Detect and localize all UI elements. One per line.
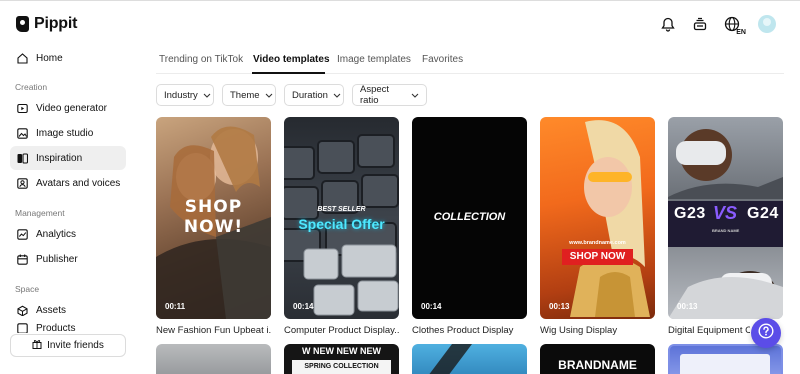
- duration-badge: 00:13: [677, 302, 698, 311]
- sidebar-item-label: Video generator: [36, 102, 107, 114]
- inbox-icon[interactable]: [690, 14, 710, 34]
- chevron-down-icon: [411, 90, 419, 101]
- active-tab-indicator: [252, 72, 325, 74]
- sidebar-item-label: Publisher: [36, 253, 78, 265]
- template-card[interactable]: [156, 344, 271, 374]
- calendar-icon: [17, 254, 28, 265]
- avatar-voice-icon: [17, 177, 28, 189]
- tab-favorites[interactable]: Favorites: [422, 54, 463, 65]
- sidebar-item-products[interactable]: Products: [10, 323, 126, 333]
- template-card[interactable]: [412, 344, 527, 374]
- tab-trending-on-tiktok[interactable]: Trending on TikTok: [159, 54, 243, 65]
- filter-label: Industry: [164, 89, 198, 101]
- user-avatar[interactable]: [758, 15, 776, 33]
- sidebar-item-home[interactable]: Home: [10, 46, 126, 70]
- template-card[interactable]: COLLECTION 00:14: [412, 117, 527, 319]
- sidebar-item-label: Image studio: [36, 127, 94, 139]
- tab-video-templates[interactable]: Video templates: [253, 54, 330, 65]
- duration-badge: 00:11: [165, 302, 186, 311]
- template-card[interactable]: BRANDNAME: [540, 344, 655, 374]
- template-title[interactable]: Computer Product Display...: [284, 325, 399, 336]
- card-overlay-vs: VS: [713, 203, 738, 223]
- sidebar-item-video-generator[interactable]: Video generator: [10, 96, 126, 120]
- top-bar: Pippit EN: [0, 0, 800, 46]
- card-overlay-text: SHOP NOW!: [183, 197, 244, 237]
- sidebar-item-label: Inspiration: [36, 152, 83, 164]
- template-title[interactable]: Wig Using Display: [540, 325, 655, 336]
- invite-friends-label: Invite friends: [47, 340, 104, 351]
- template-tabs: Trending on TikTok Video templates Image…: [156, 47, 784, 74]
- section-label-space: Space: [15, 284, 40, 294]
- video-generator-icon: [17, 103, 28, 114]
- card-overlay-subtext: www.brandname.com: [569, 240, 626, 246]
- assets-icon: [17, 305, 28, 316]
- sidebar-item-analytics[interactable]: Analytics: [10, 222, 126, 246]
- filter-duration[interactable]: Duration: [284, 84, 344, 106]
- template-card[interactable]: www.brandname.com SHOP NOW 00:13: [540, 117, 655, 319]
- template-card[interactable]: [668, 344, 783, 374]
- card-overlay-text: SPRING COLLECTION: [292, 360, 391, 374]
- filter-industry[interactable]: Industry: [156, 84, 214, 106]
- filter-aspect-ratio[interactable]: Aspect ratio: [352, 84, 427, 106]
- sidebar-item-image-studio[interactable]: Image studio: [10, 121, 126, 145]
- duration-badge: 00:13: [549, 302, 570, 311]
- filter-theme[interactable]: Theme: [222, 84, 276, 106]
- template-thumbnail: [429, 344, 472, 374]
- language-globe-icon[interactable]: EN: [722, 14, 746, 36]
- template-card[interactable]: G23 VS G24 BRAND NAME 00:13: [668, 117, 783, 319]
- sidebar-item-label: Home: [36, 52, 63, 64]
- sidebar-item-label: Products: [36, 323, 76, 333]
- card-overlay-text: SHOP NOW: [562, 249, 633, 265]
- analytics-icon: [17, 228, 28, 240]
- image-studio-icon: [17, 127, 28, 139]
- pippit-logo-icon: [16, 16, 29, 32]
- home-icon: [17, 52, 28, 64]
- template-thumbnail: [680, 354, 770, 374]
- sidebar-item-label: Assets: [36, 304, 67, 316]
- bell-icon[interactable]: [658, 14, 678, 34]
- card-overlay-subtext: W NEW NEW NEW: [302, 346, 381, 356]
- card-overlay-subtext: BRAND NAME: [712, 228, 740, 233]
- products-icon: [17, 323, 28, 333]
- card-overlay-text: Special Offer: [298, 216, 385, 232]
- app-name: Pippit: [34, 15, 78, 32]
- template-thumbnail: [570, 120, 650, 317]
- section-label-creation: Creation: [15, 82, 48, 92]
- sidebar: Home Creation Video generator Image stud…: [0, 46, 138, 374]
- inspiration-icon: [17, 152, 28, 164]
- chevron-down-icon: [265, 90, 273, 101]
- card-overlay-right: G24: [747, 205, 779, 222]
- duration-badge: 00:14: [293, 302, 314, 311]
- template-title[interactable]: Digital Equipment Co...: [668, 325, 750, 336]
- app-logo[interactable]: Pippit: [16, 15, 77, 33]
- sidebar-item-label: Avatars and voices: [36, 177, 121, 189]
- chevron-down-icon: [333, 90, 341, 101]
- template-card[interactable]: BEST SELLER Special Offer 00:14: [284, 117, 399, 319]
- template-title[interactable]: Clothes Product Display: [412, 325, 527, 336]
- tab-image-templates[interactable]: Image templates: [337, 54, 411, 65]
- card-overlay-left: G23: [674, 205, 706, 222]
- filter-label: Duration: [292, 89, 328, 101]
- card-overlay-text: BRANDNAME: [558, 358, 637, 372]
- help-button[interactable]: [751, 318, 781, 348]
- sidebar-item-label: Analytics: [36, 228, 77, 240]
- chevron-down-icon: [203, 90, 211, 101]
- template-card[interactable]: SHOP NOW! 00:11: [156, 117, 271, 319]
- template-card[interactable]: W NEW NEW NEW SPRING COLLECTION: [284, 344, 399, 374]
- sidebar-item-assets[interactable]: Assets: [10, 298, 126, 322]
- help-question-icon: [758, 322, 774, 344]
- language-label: EN: [736, 29, 746, 36]
- gift-icon: [32, 339, 42, 352]
- invite-friends-button[interactable]: Invite friends: [10, 334, 126, 357]
- template-title[interactable]: New Fashion Fun Upbeat i...: [156, 325, 271, 336]
- sidebar-item-avatars-and-voices[interactable]: Avatars and voices: [10, 171, 126, 195]
- card-overlay-text: COLLECTION: [433, 211, 506, 223]
- sidebar-item-inspiration[interactable]: Inspiration: [10, 146, 126, 170]
- card-overlay-subtext: BEST SELLER: [317, 206, 366, 213]
- filter-label: Theme: [230, 89, 260, 101]
- duration-badge: 00:14: [421, 302, 442, 311]
- filter-label: Aspect ratio: [360, 84, 390, 106]
- sidebar-item-publisher[interactable]: Publisher: [10, 247, 126, 271]
- section-label-management: Management: [15, 208, 65, 218]
